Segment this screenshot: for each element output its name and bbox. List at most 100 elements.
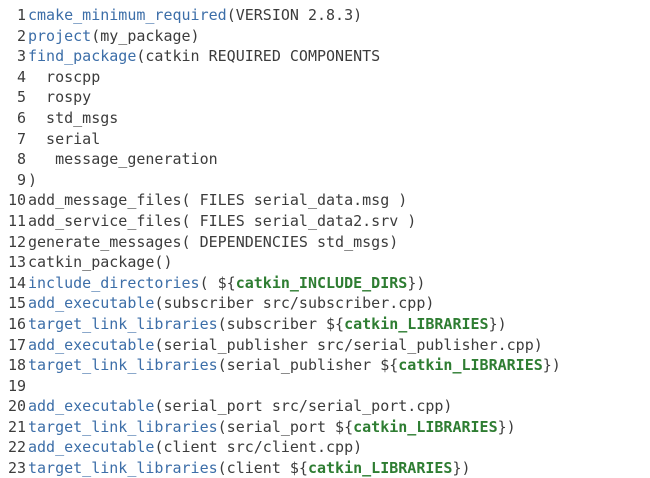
code-variable: catkin_LIBRARIES [307, 459, 453, 478]
code-keyword: cmake_minimum_required [28, 6, 227, 24]
code-text: (serial_port src/serial_port.cpp) [154, 397, 453, 416]
line-code: cmake_minimum_required(VERSION 2.8.3) [28, 5, 650, 26]
line-number: 16 [7, 314, 26, 333]
code-variable: catkin_LIBRARIES [344, 314, 489, 333]
line-code: serial [28, 129, 650, 150]
code-line[interactable]: 20 add_executable(serial_port src/serial_… [0, 396, 650, 417]
line-code: add_executable(serial_port src/serial_po… [28, 396, 650, 417]
line-number: 15 [7, 294, 26, 313]
code-text: (serial_publisher src/serial_publisher.c… [154, 335, 543, 354]
line-code: rospy [28, 87, 650, 108]
code-text: }) [497, 417, 516, 436]
line-number: 3 [16, 47, 26, 66]
line-code: add_service_files( FILES serial_data2.sr… [28, 211, 650, 232]
code-text: (subscriber ${ [217, 314, 345, 333]
code-line[interactable]: 10 add_message_files( FILES serial_data.m… [0, 190, 650, 211]
line-code: roscpp [28, 67, 650, 88]
line-number: 11 [7, 211, 26, 230]
code-line[interactable]: 22 add_executable(client src/client.cpp) [0, 437, 650, 458]
line-number: 4 [16, 67, 26, 86]
code-line[interactable]: 21 target_link_libraries(serial_port ${ca… [0, 417, 650, 438]
code-keyword: add_executable [28, 294, 155, 313]
line-code: std_msgs [28, 108, 650, 129]
code-variable: catkin_LIBRARIES [353, 417, 498, 436]
code-line[interactable]: 7 serial [0, 129, 650, 150]
line-code: generate_messages( DEPENDENCIES std_msgs… [28, 232, 650, 253]
code-line[interactable]: 17 add_executable(serial_publisher src/se… [0, 335, 650, 356]
code-text: (catkin REQUIRED COMPONENTS [136, 47, 381, 66]
code-keyword: target_link_libraries [28, 417, 218, 436]
code-line[interactable]: 23 target_link_libraries(client ${catkin_… [0, 458, 650, 478]
line-code: target_link_libraries(serial_port ${catk… [28, 417, 650, 438]
code-line[interactable]: 19 [0, 376, 650, 397]
line-number: 22 [7, 438, 26, 457]
code-line[interactable]: 15 add_executable(subscriber src/subscrib… [0, 293, 650, 314]
line-number: 5 [16, 88, 26, 107]
code-keyword: include_directories [28, 273, 200, 292]
line-number: 18 [7, 356, 26, 375]
code-keyword: target_link_libraries [28, 459, 218, 478]
code-text: }) [407, 273, 426, 292]
line-code: add_executable(subscriber src/subscriber… [28, 293, 650, 314]
code-text: std_msgs [28, 108, 119, 127]
line-number: 6 [16, 108, 26, 127]
code-line[interactable]: 5 rospy [0, 87, 650, 108]
code-text: generate_messages( DEPENDENCIES std_msgs… [28, 232, 399, 251]
line-code: project(my_package) [28, 26, 650, 47]
code-keyword: project [28, 26, 92, 45]
code-keyword: find_package [28, 47, 137, 66]
line-code: target_link_libraries(subscriber ${catki… [28, 314, 650, 335]
code-line[interactable]: 12 generate_messages( DEPENDENCIES std_ms… [0, 232, 650, 253]
code-text: roscpp [28, 67, 101, 86]
code-variable: catkin_INCLUDE_DIRS [235, 273, 408, 292]
code-keyword: target_link_libraries [28, 314, 218, 333]
code-text: (serial_port ${ [217, 417, 354, 436]
code-line[interactable]: 1 cmake_minimum_required(VERSION 2.8.3) [0, 5, 650, 26]
line-code: find_package(catkin REQUIRED COMPONENTS [28, 46, 650, 67]
line-number: 9 [16, 170, 26, 189]
code-text: (client src/client.cpp) [154, 438, 363, 457]
line-code: add_executable(client src/client.cpp) [28, 437, 650, 458]
line-code: add_executable(serial_publisher src/seri… [28, 335, 650, 356]
code-text: (client ${ [217, 459, 308, 478]
code-keyword: add_executable [28, 335, 155, 354]
line-number: 8 [16, 150, 26, 169]
code-text: ) [28, 170, 38, 189]
line-number: 1 [16, 6, 26, 24]
line-number: 19 [7, 376, 26, 395]
code-variable: catkin_LIBRARIES [398, 356, 543, 375]
code-line[interactable]: 2 project(my_package) [0, 26, 650, 47]
code-line[interactable]: 6 std_msgs [0, 108, 650, 129]
code-text: add_message_files( FILES serial_data.msg… [28, 191, 408, 210]
line-code: add_message_files( FILES serial_data.msg… [28, 190, 650, 211]
code-text: (subscriber src/subscriber.cpp) [154, 294, 435, 313]
code-line[interactable]: 9) [0, 170, 650, 191]
line-code: target_link_libraries(client ${catkin_LI… [28, 458, 650, 478]
line-number: 13 [7, 253, 26, 272]
code-keyword: add_executable [28, 397, 155, 416]
line-number: 17 [7, 335, 26, 354]
code-line[interactable]: 11 add_service_files( FILES serial_data2.… [0, 211, 650, 232]
code-line[interactable]: 13 catkin_package() [0, 252, 650, 273]
code-line[interactable]: 8 message_generation [0, 149, 650, 170]
code-text: }) [488, 314, 507, 333]
code-text: add_service_files( FILES serial_data2.sr… [28, 211, 417, 230]
code-line[interactable]: 14 include_directories( ${catkin_INCLUDE_… [0, 273, 650, 294]
line-code: catkin_package() [28, 252, 650, 273]
code-editor[interactable]: 1 cmake_minimum_required(VERSION 2.8.3) 2 p… [0, 0, 650, 478]
code-text: serial [28, 129, 101, 148]
line-code: target_link_libraries(serial_publisher $… [28, 355, 650, 376]
line-code: include_directories( ${catkin_INCLUDE_DI… [28, 273, 650, 294]
code-text: ( ${ [199, 273, 236, 292]
code-line[interactable]: 18 target_link_libraries(serial_publisher… [0, 355, 650, 376]
line-code: message_generation [28, 149, 650, 170]
line-number: 21 [7, 417, 26, 436]
code-text: }) [542, 356, 561, 375]
code-line[interactable]: 16 target_link_libraries(subscriber ${cat… [0, 314, 650, 335]
line-number: 23 [7, 459, 26, 478]
code-text: (my_package) [91, 26, 200, 45]
code-text: (serial_publisher ${ [217, 356, 399, 375]
code-line[interactable]: 4 roscpp [0, 67, 650, 88]
code-keyword: target_link_libraries [28, 356, 218, 375]
code-line[interactable]: 3 find_package(catkin REQUIRED COMPONENTS [0, 46, 650, 67]
